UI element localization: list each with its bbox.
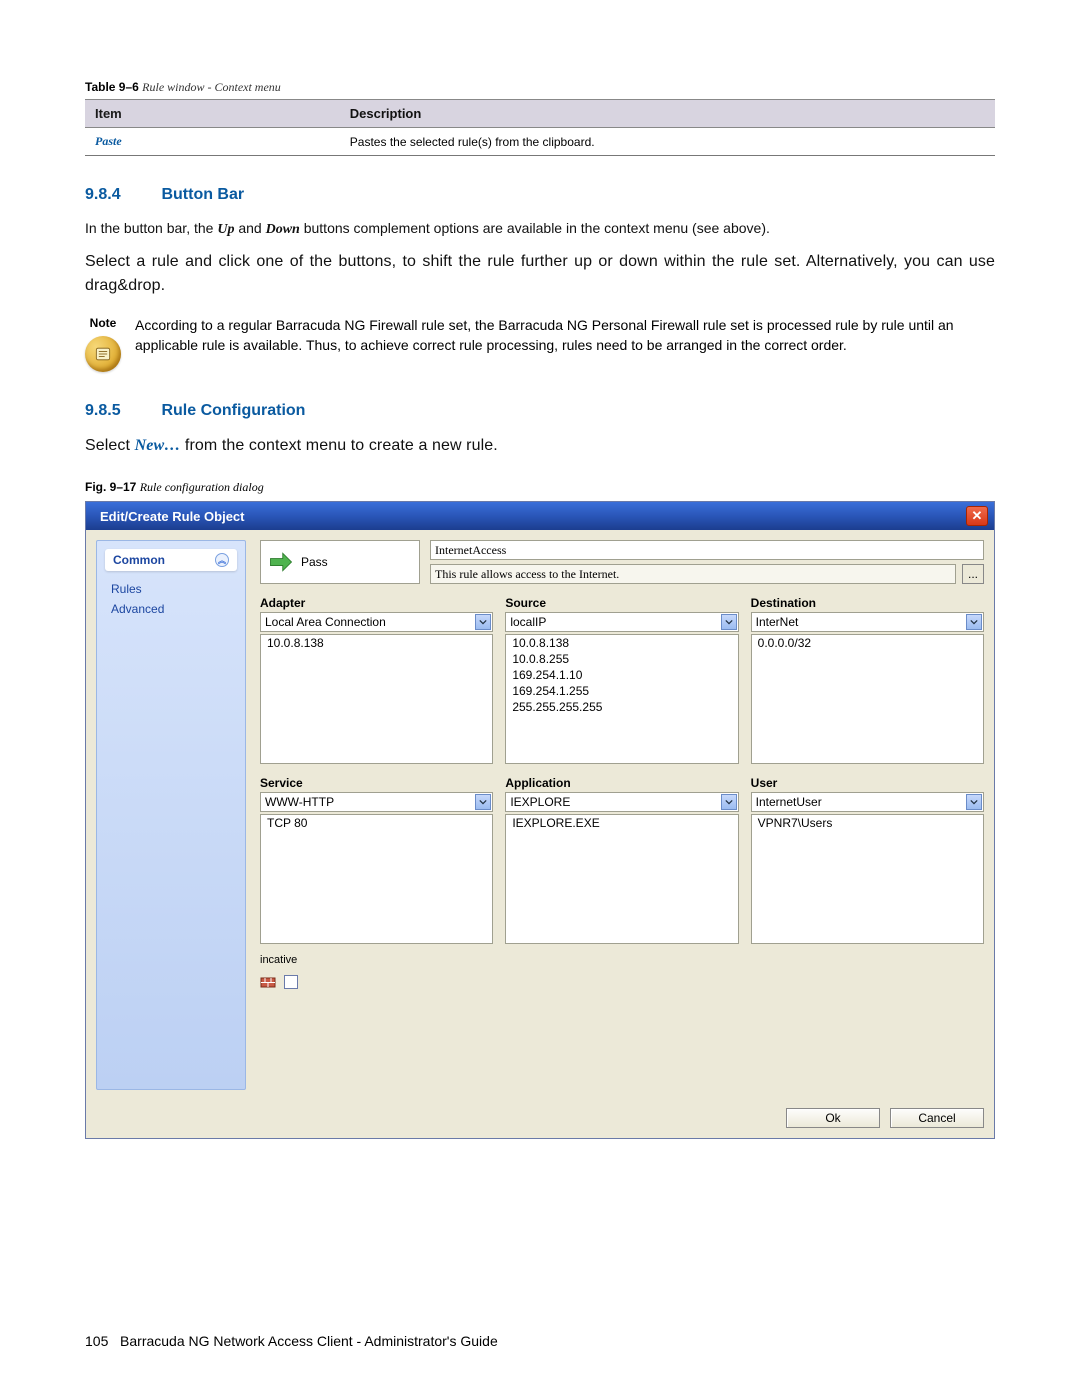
chevron-down-icon[interactable] [721,794,737,810]
col-adapter: Adapter Local Area Connection 10.0.8.138 [260,596,493,764]
grid-row-2: Service WWW-HTTP TCP 80 Application IEXP… [260,776,984,944]
table-caption-label: Table 9–6 [85,80,139,94]
user-combo[interactable]: InternetUser [751,792,984,812]
ok-button[interactable]: Ok [786,1108,880,1128]
p-984-2: Select a rule and click one of the butto… [85,250,995,298]
note-label: Note [85,316,121,330]
chevron-down-icon[interactable] [475,614,491,630]
note-block: Note According to a regular Barracuda NG… [85,316,995,372]
col-service: Service WWW-HTTP TCP 80 [260,776,493,944]
footer-text: Barracuda NG Network Access Client - Adm… [120,1333,498,1349]
section-title: Button Bar [161,186,244,203]
th-item: Item [85,100,340,128]
page-root: Table 9–6 Rule window - Context menu Ite… [0,0,1080,1397]
col-user: User InternetUser VPNR7\Users [751,776,984,944]
inactive-label: incative [260,954,984,966]
list-item[interactable]: IEXPLORE.EXE [506,815,737,831]
service-list[interactable]: TCP 80 [260,814,493,944]
section-heading-985: 9.8.5 Rule Configuration [85,402,995,420]
list-item[interactable]: 169.254.1.255 [506,683,737,699]
source-label: Source [505,596,738,610]
page-number: 105 [85,1333,108,1349]
kw-up: Up [217,222,234,237]
close-icon[interactable]: ✕ [966,506,988,526]
action-combo[interactable]: Pass [260,540,420,584]
fig-caption-label: Fig. 9–17 [85,480,136,494]
cancel-button[interactable]: Cancel [890,1108,984,1128]
dialog-title: Edit/Create Rule Object [100,509,244,524]
source-list[interactable]: 10.0.8.138 10.0.8.255 169.254.1.10 169.2… [505,634,738,764]
table-caption: Table 9–6 Rule window - Context menu [85,80,995,95]
user-label: User [751,776,984,790]
rule-dialog: Edit/Create Rule Object ✕ Common ︽ Rules… [85,501,995,1139]
kw-down: Down [266,222,300,237]
pass-arrow-icon [267,548,295,576]
side-header[interactable]: Common ︽ [105,549,237,571]
rule-name-input[interactable] [430,540,984,560]
list-item[interactable]: 10.0.8.255 [506,651,737,667]
adapter-list[interactable]: 10.0.8.138 [260,634,493,764]
fig-caption-title: Rule configuration dialog [140,480,264,494]
chevron-down-icon[interactable] [966,794,982,810]
cell-desc: Pastes the selected rule(s) from the cli… [340,128,995,156]
page-footer: 105 Barracuda NG Network Access Client -… [85,1333,498,1349]
destination-label: Destination [751,596,984,610]
list-item[interactable]: 0.0.0.0/32 [752,635,983,651]
cell-item: Paste [85,128,340,156]
chevron-down-icon[interactable] [721,614,737,630]
sidebar-item-rules[interactable]: Rules [105,579,237,599]
figure-caption: Fig. 9–17 Rule configuration dialog [85,480,995,495]
list-item[interactable]: 10.0.8.138 [261,635,492,651]
destination-combo[interactable]: InterNet [751,612,984,632]
chevron-up-icon[interactable]: ︽ [215,553,229,567]
application-combo[interactable]: IEXPLORE [505,792,738,812]
section-heading-984: 9.8.4 Button Bar [85,186,995,204]
source-combo[interactable]: localIP [505,612,738,632]
service-combo[interactable]: WWW-HTTP [260,792,493,812]
side-panel: Common ︽ Rules Advanced [96,540,246,1090]
inactive-section: incative [260,952,984,990]
col-source: Source localIP 10.0.8.138 10.0.8.255 169… [505,596,738,764]
adapter-combo[interactable]: Local Area Connection [260,612,493,632]
p-984-1: In the button bar, the Up and Down butto… [85,218,995,240]
dialog-buttons: Ok Cancel [86,1100,994,1138]
section-num: 9.8.4 [85,186,157,204]
list-item[interactable]: 255.255.255.255 [506,699,737,715]
list-item[interactable]: 10.0.8.138 [506,635,737,651]
chevron-down-icon[interactable] [966,614,982,630]
application-list[interactable]: IEXPLORE.EXE [505,814,738,944]
action-label: Pass [301,555,328,569]
note-icon [85,336,121,372]
firewall-icon[interactable] [260,974,276,990]
section-title: Rule Configuration [161,402,305,419]
dialog-main: Pass ... Adapter [260,540,984,1090]
list-item[interactable]: VPNR7\Users [752,815,983,831]
inactive-checkbox[interactable] [284,975,298,989]
dialog-titlebar[interactable]: Edit/Create Rule Object ✕ [86,502,994,530]
kw-new: New… [135,437,181,454]
col-destination: Destination InterNet 0.0.0.0/32 [751,596,984,764]
p-985-1: Select New… from the context menu to cre… [85,434,995,458]
table-row: Paste Pastes the selected rule(s) from t… [85,128,995,156]
ellipsis-button[interactable]: ... [962,564,984,584]
service-label: Service [260,776,493,790]
list-item[interactable]: 169.254.1.10 [506,667,737,683]
chevron-down-icon[interactable] [475,794,491,810]
section-num: 9.8.5 [85,402,157,420]
note-text: According to a regular Barracuda NG Fire… [135,316,995,372]
adapter-label: Adapter [260,596,493,610]
user-list[interactable]: VPNR7\Users [751,814,984,944]
list-item[interactable]: TCP 80 [261,815,492,831]
rule-desc-input[interactable] [430,564,956,584]
th-desc: Description [340,100,995,128]
table-caption-title: Rule window - Context menu [142,80,281,94]
col-application: Application IEXPLORE IEXPLORE.EXE [505,776,738,944]
context-menu-table: Item Description Paste Pastes the select… [85,99,995,156]
application-label: Application [505,776,738,790]
grid-row-1: Adapter Local Area Connection 10.0.8.138… [260,596,984,764]
sidebar-item-advanced[interactable]: Advanced [105,599,237,619]
destination-list[interactable]: 0.0.0.0/32 [751,634,984,764]
